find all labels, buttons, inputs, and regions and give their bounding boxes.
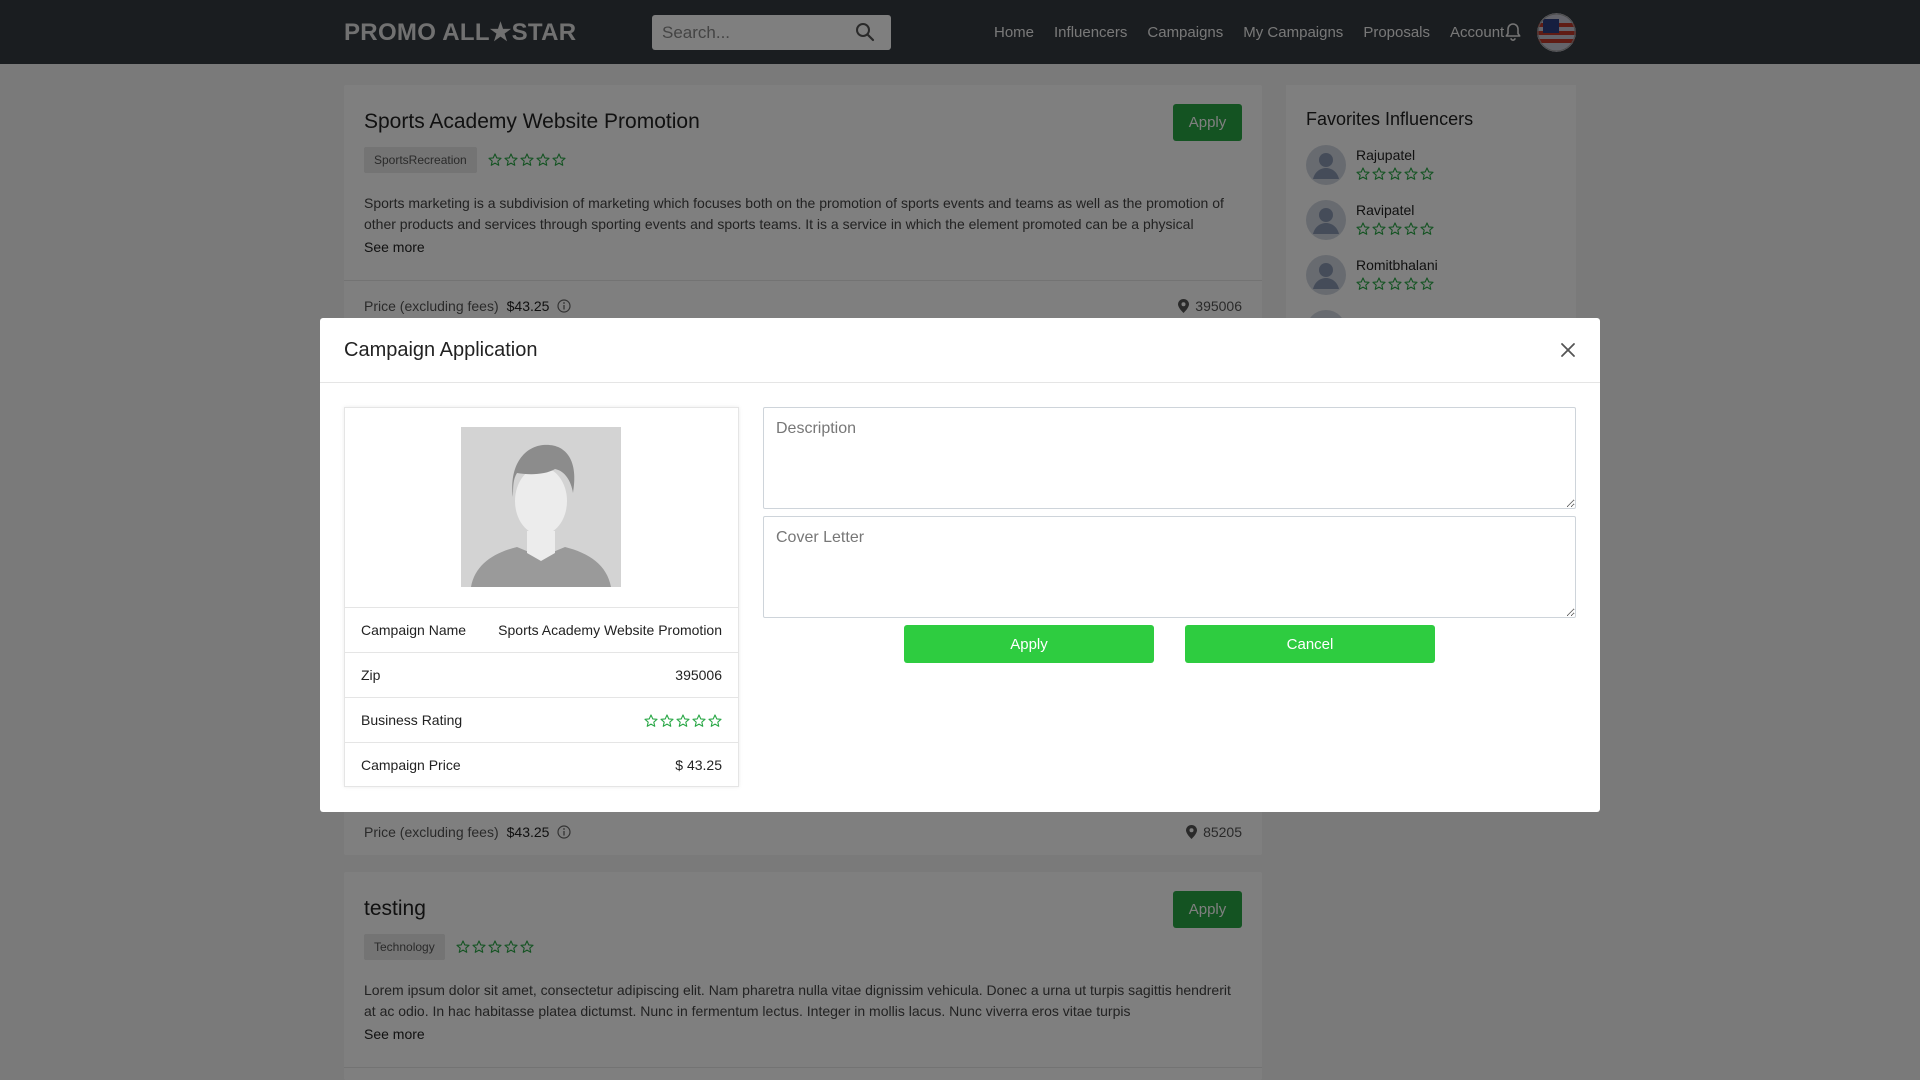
detail-value: 395006	[675, 667, 722, 683]
description-textarea[interactable]	[763, 407, 1576, 509]
detail-row-campaign-name: Campaign Name Sports Academy Website Pro…	[345, 607, 738, 652]
detail-value: Sports Academy Website Promotion	[498, 622, 722, 638]
apply-button[interactable]: Apply	[904, 625, 1154, 663]
cancel-button[interactable]: Cancel	[1185, 625, 1435, 663]
detail-label: Zip	[361, 667, 381, 683]
detail-value: $ 43.25	[675, 757, 722, 773]
detail-label: Campaign Name	[361, 622, 467, 638]
rating-stars	[644, 714, 722, 728]
star-icon	[708, 714, 722, 727]
detail-label: Campaign Price	[361, 757, 461, 773]
star-icon	[660, 714, 674, 727]
star-icon	[676, 714, 690, 727]
modal-title: Campaign Application	[344, 339, 538, 361]
detail-row-zip: Zip 395006	[345, 652, 738, 697]
close-icon[interactable]	[1556, 338, 1580, 362]
star-icon	[692, 714, 706, 727]
profile-photo	[461, 427, 621, 587]
star-icon	[644, 714, 658, 727]
campaign-application-modal: Campaign Application Campaign Name Sport…	[320, 318, 1600, 812]
person-placeholder-icon	[461, 427, 621, 587]
campaign-info-card: Campaign Name Sports Academy Website Pro…	[344, 407, 739, 787]
detail-row-campaign-price: Campaign Price $ 43.25	[345, 742, 738, 787]
detail-label: Business Rating	[361, 712, 463, 728]
detail-row-business-rating: Business Rating	[345, 697, 738, 742]
cover-letter-textarea[interactable]	[763, 516, 1576, 618]
modal-header: Campaign Application	[320, 318, 1600, 383]
